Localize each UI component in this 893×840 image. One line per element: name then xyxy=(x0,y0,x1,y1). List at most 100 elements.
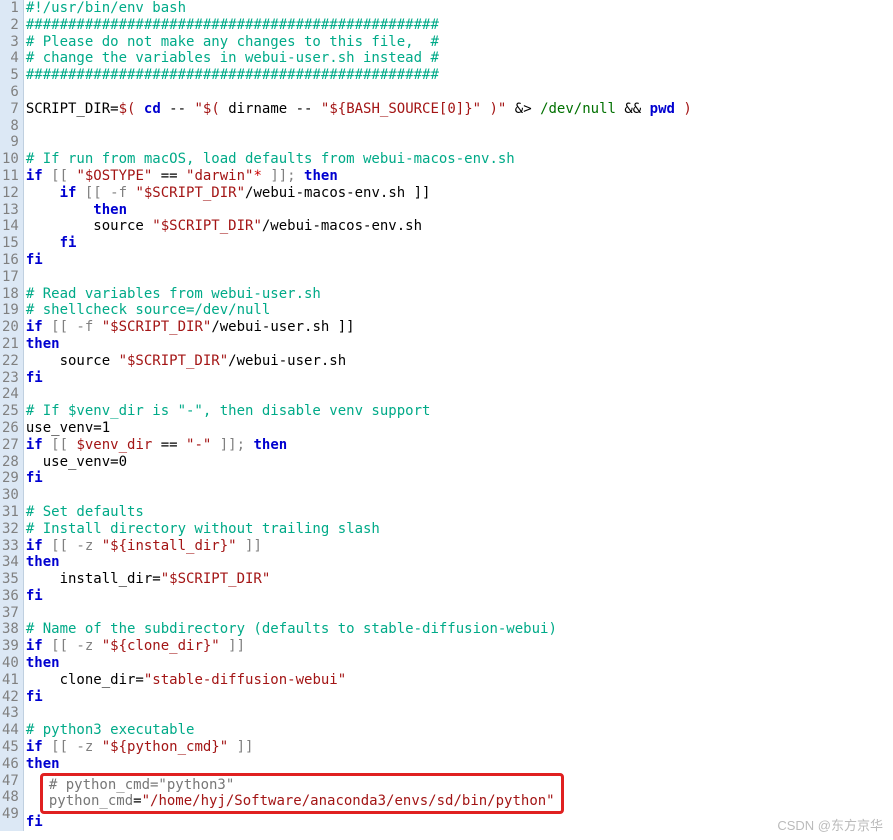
line-number: 31 xyxy=(2,504,19,521)
line-number: 16 xyxy=(2,252,19,269)
code-line: source "$SCRIPT_DIR"/webui-macos-env.sh xyxy=(26,218,893,235)
code-line: then xyxy=(26,336,893,353)
line-number: 28 xyxy=(2,454,19,471)
code-line: python_cmd="/home/hyj/Software/anaconda3… xyxy=(49,793,555,810)
code-line: # Name of the subdirectory (defaults to … xyxy=(26,621,893,638)
code-line xyxy=(26,386,893,403)
code-line: fi xyxy=(26,814,893,831)
line-number: 43 xyxy=(2,705,19,722)
code-line xyxy=(26,118,893,135)
line-number: 9 xyxy=(2,134,19,151)
line-number: 24 xyxy=(2,386,19,403)
code-line: use_venv=1 xyxy=(26,420,893,437)
line-number: 38 xyxy=(2,621,19,638)
code-line: # change the variables in webui-user.sh … xyxy=(26,50,893,67)
line-number: 4 xyxy=(2,50,19,67)
code-line: fi xyxy=(26,689,893,706)
code-line: use_venv=0 xyxy=(26,454,893,471)
code-line: then xyxy=(26,756,893,773)
code-line: source "$SCRIPT_DIR"/webui-user.sh xyxy=(26,353,893,370)
line-number: 33 xyxy=(2,538,19,555)
line-number: 26 xyxy=(2,420,19,437)
code-line: # If $venv_dir is "-", then disable venv… xyxy=(26,403,893,420)
line-number: 45 xyxy=(2,739,19,756)
line-number: 3 xyxy=(2,34,19,51)
line-number: 21 xyxy=(2,336,19,353)
highlight-box: # python_cmd="python3"python_cmd="/home/… xyxy=(40,773,564,815)
code-line: if [[ -z "${install_dir}" ]] xyxy=(26,538,893,555)
line-number: 30 xyxy=(2,487,19,504)
line-number: 27 xyxy=(2,437,19,454)
code-line: then xyxy=(26,202,893,219)
code-line xyxy=(26,705,893,722)
line-number: 23 xyxy=(2,370,19,387)
line-number: 15 xyxy=(2,235,19,252)
watermark: CSDN @东方京华 xyxy=(777,818,883,834)
code-line xyxy=(26,487,893,504)
line-number: 49 xyxy=(2,806,19,823)
code-line: then xyxy=(26,554,893,571)
code-line: SCRIPT_DIR=$( cd -- "$( dirname -- "${BA… xyxy=(26,101,893,118)
line-number: 22 xyxy=(2,353,19,370)
code-editor: 1234567891011121314151617181920212223242… xyxy=(0,0,893,831)
code-line: # Set defaults xyxy=(26,504,893,521)
line-number: 17 xyxy=(2,269,19,286)
line-number: 29 xyxy=(2,470,19,487)
code-line: # Install directory without trailing sla… xyxy=(26,521,893,538)
code-line: if [[ -f "$SCRIPT_DIR"/webui-user.sh ]] xyxy=(26,319,893,336)
code-line: fi xyxy=(26,235,893,252)
code-line xyxy=(26,605,893,622)
code-line: if [[ -f "$SCRIPT_DIR"/webui-macos-env.s… xyxy=(26,185,893,202)
code-line: if [[ $venv_dir == "-" ]]; then xyxy=(26,437,893,454)
code-line: # python3 executable xyxy=(26,722,893,739)
code-line: install_dir="$SCRIPT_DIR" xyxy=(26,571,893,588)
code-line: fi xyxy=(26,252,893,269)
code-line: clone_dir="stable-diffusion-webui" xyxy=(26,672,893,689)
line-number: 5 xyxy=(2,67,19,84)
code-line: if [[ -z "${python_cmd}" ]] xyxy=(26,739,893,756)
line-number: 36 xyxy=(2,588,19,605)
code-line: #!/usr/bin/env bash xyxy=(26,0,893,17)
code-line: # shellcheck source=/dev/null xyxy=(26,302,893,319)
line-number: 39 xyxy=(2,638,19,655)
code-line: fi xyxy=(26,588,893,605)
code-line: if [[ -z "${clone_dir}" ]] xyxy=(26,638,893,655)
code-line: then xyxy=(26,655,893,672)
line-number: 32 xyxy=(2,521,19,538)
line-number: 20 xyxy=(2,319,19,336)
line-number: 37 xyxy=(2,605,19,622)
code-line: # python_cmd="python3" xyxy=(49,777,555,794)
line-number-gutter: 1234567891011121314151617181920212223242… xyxy=(0,0,24,831)
line-number: 42 xyxy=(2,689,19,706)
line-number: 19 xyxy=(2,302,19,319)
line-number: 40 xyxy=(2,655,19,672)
line-number: 2 xyxy=(2,17,19,34)
line-number: 46 xyxy=(2,756,19,773)
code-line: ########################################… xyxy=(26,67,893,84)
line-number: 44 xyxy=(2,722,19,739)
line-number: 34 xyxy=(2,554,19,571)
code-line: fi xyxy=(26,370,893,387)
line-number: 1 xyxy=(2,0,19,17)
line-number: 8 xyxy=(2,118,19,135)
line-number: 35 xyxy=(2,571,19,588)
line-number: 12 xyxy=(2,185,19,202)
code-line xyxy=(26,134,893,151)
code-line: # If run from macOS, load defaults from … xyxy=(26,151,893,168)
code-line xyxy=(26,269,893,286)
code-line: # Please do not make any changes to this… xyxy=(26,34,893,51)
line-number: 25 xyxy=(2,403,19,420)
line-number: 47 xyxy=(2,773,19,790)
code-line: if [[ "$OSTYPE" == "darwin"* ]]; then xyxy=(26,168,893,185)
line-number: 7 xyxy=(2,101,19,118)
line-number: 6 xyxy=(2,84,19,101)
line-number: 11 xyxy=(2,168,19,185)
line-number: 13 xyxy=(2,202,19,219)
line-number: 14 xyxy=(2,218,19,235)
line-number: 48 xyxy=(2,789,19,806)
code-line: ########################################… xyxy=(26,17,893,34)
code-line: fi xyxy=(26,470,893,487)
line-number: 18 xyxy=(2,286,19,303)
code-line xyxy=(26,84,893,101)
line-number: 10 xyxy=(2,151,19,168)
